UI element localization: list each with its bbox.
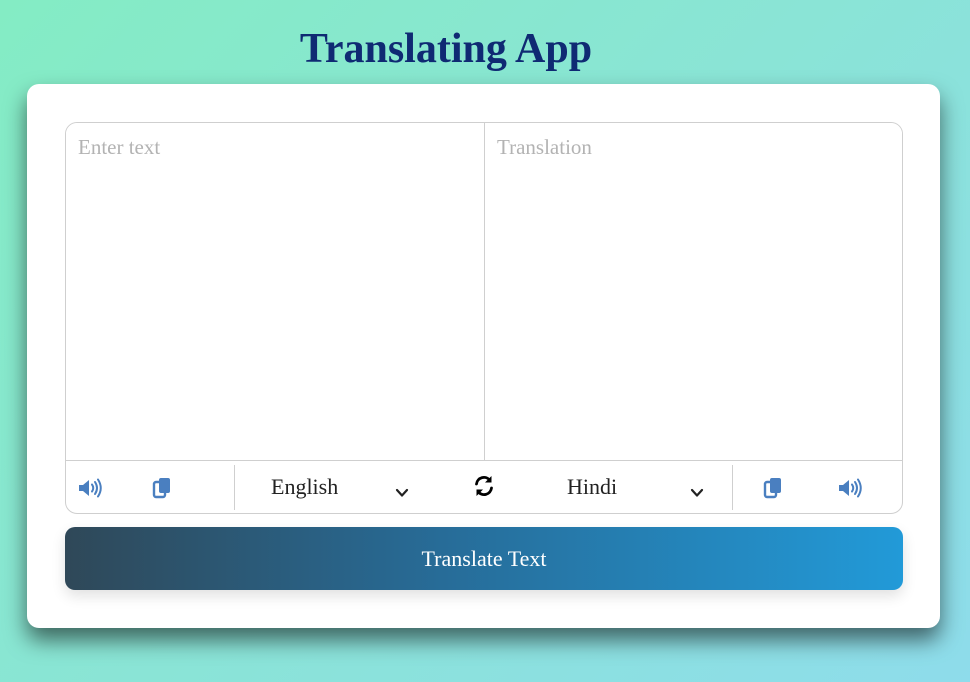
source-copy-button[interactable] [149, 475, 175, 501]
swap-languages-button[interactable] [472, 474, 496, 498]
page-title: Translating App [299, 26, 593, 72]
copy-icon [152, 477, 172, 499]
translator-card: English [27, 84, 940, 628]
target-language-label: Hindi [567, 474, 618, 499]
volume-up-icon [838, 478, 864, 498]
copy-icon [763, 477, 783, 499]
target-language-select[interactable]: Hindi [567, 471, 707, 503]
controls-bar: English Hindi [66, 460, 902, 513]
translate-button[interactable]: Translate Text [65, 527, 903, 590]
volume-up-icon [78, 478, 104, 498]
controls-separator [732, 465, 733, 510]
source-language-select[interactable]: English [271, 471, 411, 503]
target-copy-button[interactable] [760, 475, 786, 501]
source-text-input[interactable] [66, 123, 484, 460]
controls-separator [234, 465, 235, 510]
chevron-down-icon [395, 480, 409, 506]
target-speak-button[interactable] [838, 475, 864, 501]
source-speak-button[interactable] [78, 475, 104, 501]
source-language-label: English [271, 474, 339, 499]
translation-output[interactable] [485, 123, 902, 460]
sync-icon [472, 476, 496, 502]
translation-box: English [65, 122, 903, 514]
chevron-down-icon [690, 480, 704, 506]
